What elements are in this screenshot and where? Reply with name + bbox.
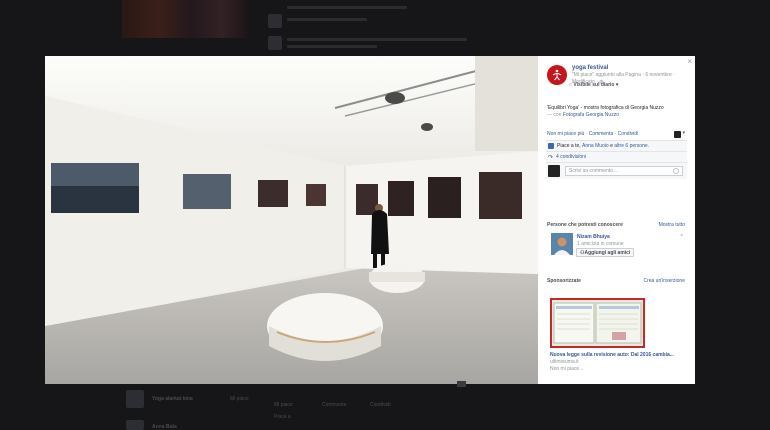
caption-with: — con <box>547 112 562 118</box>
lightbox-photo[interactable] <box>45 56 538 384</box>
suggested-person-avatar[interactable] <box>551 233 573 255</box>
other-likers-link[interactable]: altre 6 persone. <box>614 143 649 149</box>
person-photo <box>551 233 573 255</box>
background-text-line <box>287 45 377 48</box>
tagged-person-link[interactable]: Fotografa Georgia Nuzzo <box>563 112 619 118</box>
yoga-figure-icon <box>552 69 562 81</box>
ad-dislike-link[interactable]: Non mi piace... <box>550 366 583 372</box>
page-logo[interactable] <box>547 65 567 85</box>
share-icon: ↷ <box>548 154 554 161</box>
background-name: Anna Bata <box>152 424 177 430</box>
visibility-dropdown[interactable]: ○ Visibile sul diario ▾ <box>569 82 618 88</box>
liker-link[interactable]: Anna Muoio <box>582 143 609 149</box>
shares-link[interactable]: 4 condivisioni <box>556 154 586 160</box>
comment-placeholder: Scrivi un commento... <box>569 168 618 174</box>
page-name-link[interactable]: yoga festival <box>572 65 608 71</box>
pymk-title: Persone che potresti conoscere <box>547 222 623 228</box>
likes-row: Piace a te, Anna Muoio e altre 6 persone… <box>546 141 687 152</box>
photo-info-panel: × yoga festival "Mi piace" aggiunto alla… <box>538 56 695 384</box>
mutual-friends[interactable]: 1 amicizia in comune <box>577 241 624 247</box>
likes-prefix: Piace a te, <box>557 143 581 149</box>
create-ad-link[interactable]: Crea un'inserzione <box>643 278 685 284</box>
background-feed-bottom: Yoga alarkat kina Mi piace Mi piace Comm… <box>122 386 482 430</box>
background-text-line <box>287 18 367 21</box>
close-icon[interactable]: × <box>687 58 692 66</box>
background-feed-column <box>265 0 480 56</box>
gallery-photo <box>45 56 538 384</box>
add-friend-button[interactable]: ⚇ Aggiungi agli amici <box>576 248 635 257</box>
background-avatar <box>268 14 282 28</box>
post-meta-line: "Mi piace" aggiunto alla Pagina · 6 nove… <box>572 72 675 78</box>
background-text-line <box>287 6 407 9</box>
shares-row: ↷ 4 condivisioni <box>546 152 687 163</box>
visibility-label: Visibile sul diario <box>573 82 615 88</box>
comment-link[interactable]: Commenta <box>589 131 613 137</box>
ad-domain: ultimissima.it <box>550 359 579 365</box>
commenter-avatar <box>548 165 560 177</box>
background-likes-line: Piace a <box>274 414 291 420</box>
background-avatar <box>268 36 282 50</box>
ad-image[interactable] <box>550 298 645 348</box>
background-name: Yoga alarkat kina <box>152 396 193 402</box>
post-actions: Non mi piace più · Commenta · Condividi <box>547 131 638 137</box>
feedback-box: Piace a te, Anna Muoio e altre 6 persone… <box>546 140 687 179</box>
background-text-line <box>287 38 467 41</box>
background-share-link: Condividi <box>370 402 391 408</box>
likes-mid: e <box>610 143 613 149</box>
post-as-avatar[interactable] <box>674 131 681 138</box>
background-like-link: Mi piace <box>274 402 293 408</box>
background-avatar <box>126 390 144 408</box>
background-like-link: Mi piace <box>230 396 249 402</box>
post-caption: 'Equilibri Yoga' - mostra fotografica di… <box>547 105 687 119</box>
suggested-person-name[interactable]: Nizam Bhuiya <box>577 234 610 240</box>
background-avatar <box>126 420 144 430</box>
unlike-link[interactable]: Non mi piace più <box>547 131 584 137</box>
comment-row: Scrivi un commento... <box>546 163 687 179</box>
background-tab <box>457 381 466 387</box>
thumbs-up-icon <box>548 143 554 149</box>
share-link[interactable]: Condividi <box>618 131 639 137</box>
see-all-link[interactable]: Mostra tutto <box>659 222 685 228</box>
comment-input[interactable]: Scrivi un commento... <box>565 166 683 176</box>
sponsored-title: Sponsorizzate <box>547 278 581 284</box>
background-comment-link: Commenta <box>322 402 347 408</box>
dismiss-suggestion-icon[interactable]: × <box>680 233 683 239</box>
ad-headline-link[interactable]: Nuova legge sulla revisione auto: Dal 20… <box>550 352 690 358</box>
add-friend-label: Aggiungi agli amici <box>584 249 631 256</box>
chevron-down-icon[interactable]: ▾ <box>682 130 685 136</box>
car-document-photo <box>552 300 643 346</box>
background-photo-strip <box>122 0 247 38</box>
caption-title: 'Equilibri Yoga' - mostra fotografica di… <box>547 105 664 111</box>
camera-icon[interactable] <box>673 168 679 174</box>
chevron-down-icon: ▾ <box>614 82 619 88</box>
